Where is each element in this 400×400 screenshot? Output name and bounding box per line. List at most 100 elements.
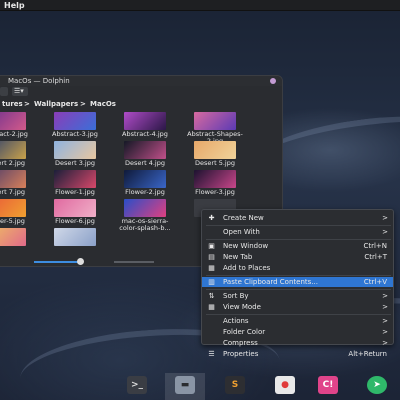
terminal-icon[interactable]: >_ [127,376,147,394]
file-thumbnail [0,228,26,246]
split-view-button[interactable] [0,87,8,96]
menu-item-compress[interactable]: Compress > [202,338,393,348]
menu-item-properties[interactable]: ☰ Properties Alt+Return [202,349,393,359]
window-title: MacOs — Dolphin [8,77,70,85]
view-mode-button[interactable]: ☰▾ [12,87,28,96]
menu-item-label: Create New [223,214,264,222]
breadcrumb-segment[interactable]: tures [2,98,23,110]
top-menu-bar: Help [0,0,400,11]
tab-icon: ▤ [208,253,215,261]
menu-item-actions[interactable]: Actions > [202,316,393,326]
file-thumbnail [0,112,26,130]
telegram-icon[interactable]: ➤ [367,376,387,394]
menu-item-label: Sort By [223,292,249,300]
menu-item-label: Actions [223,317,249,325]
breadcrumb-separator: > [80,100,86,108]
file-name: Desert 5.jpg [195,159,235,167]
file-name-line2: color-splash-b... [119,224,171,232]
toolbar: ☰▾ [0,86,282,98]
menu-item-open-with[interactable]: Open With > [202,227,393,237]
zoom-track [34,261,80,263]
file-thumbnail [124,112,166,130]
chevron-right-icon: > [382,292,388,300]
file-item[interactable] [0,228,40,262]
help-menu[interactable]: Help [4,0,25,11]
menu-item-label: Open With [223,228,260,236]
file-name: Abstract-3.jpg [52,130,98,138]
breadcrumb-segment[interactable]: MacOs [90,98,116,110]
file-thumbnail [54,112,96,130]
menu-separator [206,314,391,315]
breadcrumb: tures > Wallpapers > MacOs [0,98,282,110]
menu-item-label: Paste Clipboard Contents... [223,278,318,286]
list-icon: ☰▾ [14,87,24,95]
properties-icon: ☰ [208,350,215,358]
menu-item-shortcut: Ctrl+V [363,278,387,286]
file-name: Desert 2.jpg [0,159,25,167]
menu-item-new-window[interactable]: ▣ New Window Ctrl+N [202,241,393,251]
window-titlebar[interactable]: MacOs — Dolphin [0,76,282,86]
sort-icon: ⇅ [208,292,215,300]
context-menu: ✚ Create New > Open With > ▣ New Window Ctrl+N ▤… [201,209,394,358]
menu-item-new-tab[interactable]: ▤ New Tab Ctrl+T [202,252,393,262]
menu-separator [206,275,391,276]
sublime-text-icon[interactable]: S [225,376,245,394]
menu-item-shortcut: Ctrl+T [364,253,387,261]
view-icon: ▦ [208,303,215,311]
zoom-track-remaining [114,261,154,263]
chevron-right-icon: > [382,328,388,336]
chevron-right-icon: > [382,214,388,222]
file-manager-icon[interactable]: ▬ [175,376,195,394]
file-thumbnail [194,170,236,188]
dock: >_ ▬ S ● C! ➤ [110,373,400,400]
menu-item-view-mode[interactable]: ▦ View Mode > [202,302,393,312]
menu-item-label: New Window [223,242,269,250]
file-name: Flower-3.jpg [195,188,235,196]
file-name: Flower-5.jpg [0,217,25,225]
file-thumbnail [124,170,166,188]
close-window-button[interactable] [270,78,276,84]
menu-item-shortcut: Alt+Return [348,350,387,358]
zoom-handle[interactable] [76,258,84,265]
menu-item-label: New Tab [223,253,253,261]
file-name: Flower-6.jpg [55,217,95,225]
menu-item-add-to-places[interactable]: ▦ Add to Places [202,263,393,273]
menu-item-label: Compress [223,339,258,347]
file-thumbnail [0,170,26,188]
app-launcher-icon[interactable]: C! [318,376,338,394]
breadcrumb-segment[interactable]: Wallpapers [34,98,78,110]
file-thumbnail [54,170,96,188]
menu-separator [206,289,391,290]
chevron-right-icon: > [382,303,388,311]
menu-item-folder-color[interactable]: Folder Color > [202,327,393,337]
menu-item-label: Properties [223,350,259,358]
file-thumbnail [0,199,26,217]
menu-item-paste-clipboard-contents[interactable]: ▥ Paste Clipboard Contents... Ctrl+V [202,277,393,287]
file-thumbnail [54,228,96,246]
file-thumbnail [194,141,236,159]
file-name: Abstract-4.jpg [122,130,168,138]
file-thumbnail [124,199,166,217]
menu-item-create-new[interactable]: ✚ Create New > [202,213,393,223]
file-name: Flower-1.jpg [55,188,95,196]
file-item[interactable]: mac-os-sierra-color-splash-b... [110,199,180,233]
menu-item-sort-by[interactable]: ⇅ Sort By > [202,291,393,301]
menu-item-label: Folder Color [223,328,266,336]
file-item[interactable] [40,228,110,262]
new-icon: ✚ [208,214,215,222]
file-name: Desert 3.jpg [55,159,95,167]
file-thumbnail [194,112,236,130]
file-thumbnail [124,141,166,159]
chevron-right-icon: > [382,339,388,347]
menu-separator [206,239,391,240]
menu-item-label: View Mode [223,303,261,311]
file-name: Desert 4.jpg [125,159,165,167]
text-editor-icon[interactable]: ● [275,376,295,394]
menu-item-shortcut: Ctrl+N [363,242,387,250]
breadcrumb-separator: > [24,100,30,108]
chevron-right-icon: > [382,317,388,325]
menu-item-label: Add to Places [223,264,271,272]
window-icon: ▣ [208,242,215,250]
file-thumbnail [0,141,26,159]
file-name: Desert 7.jpg [0,188,25,196]
